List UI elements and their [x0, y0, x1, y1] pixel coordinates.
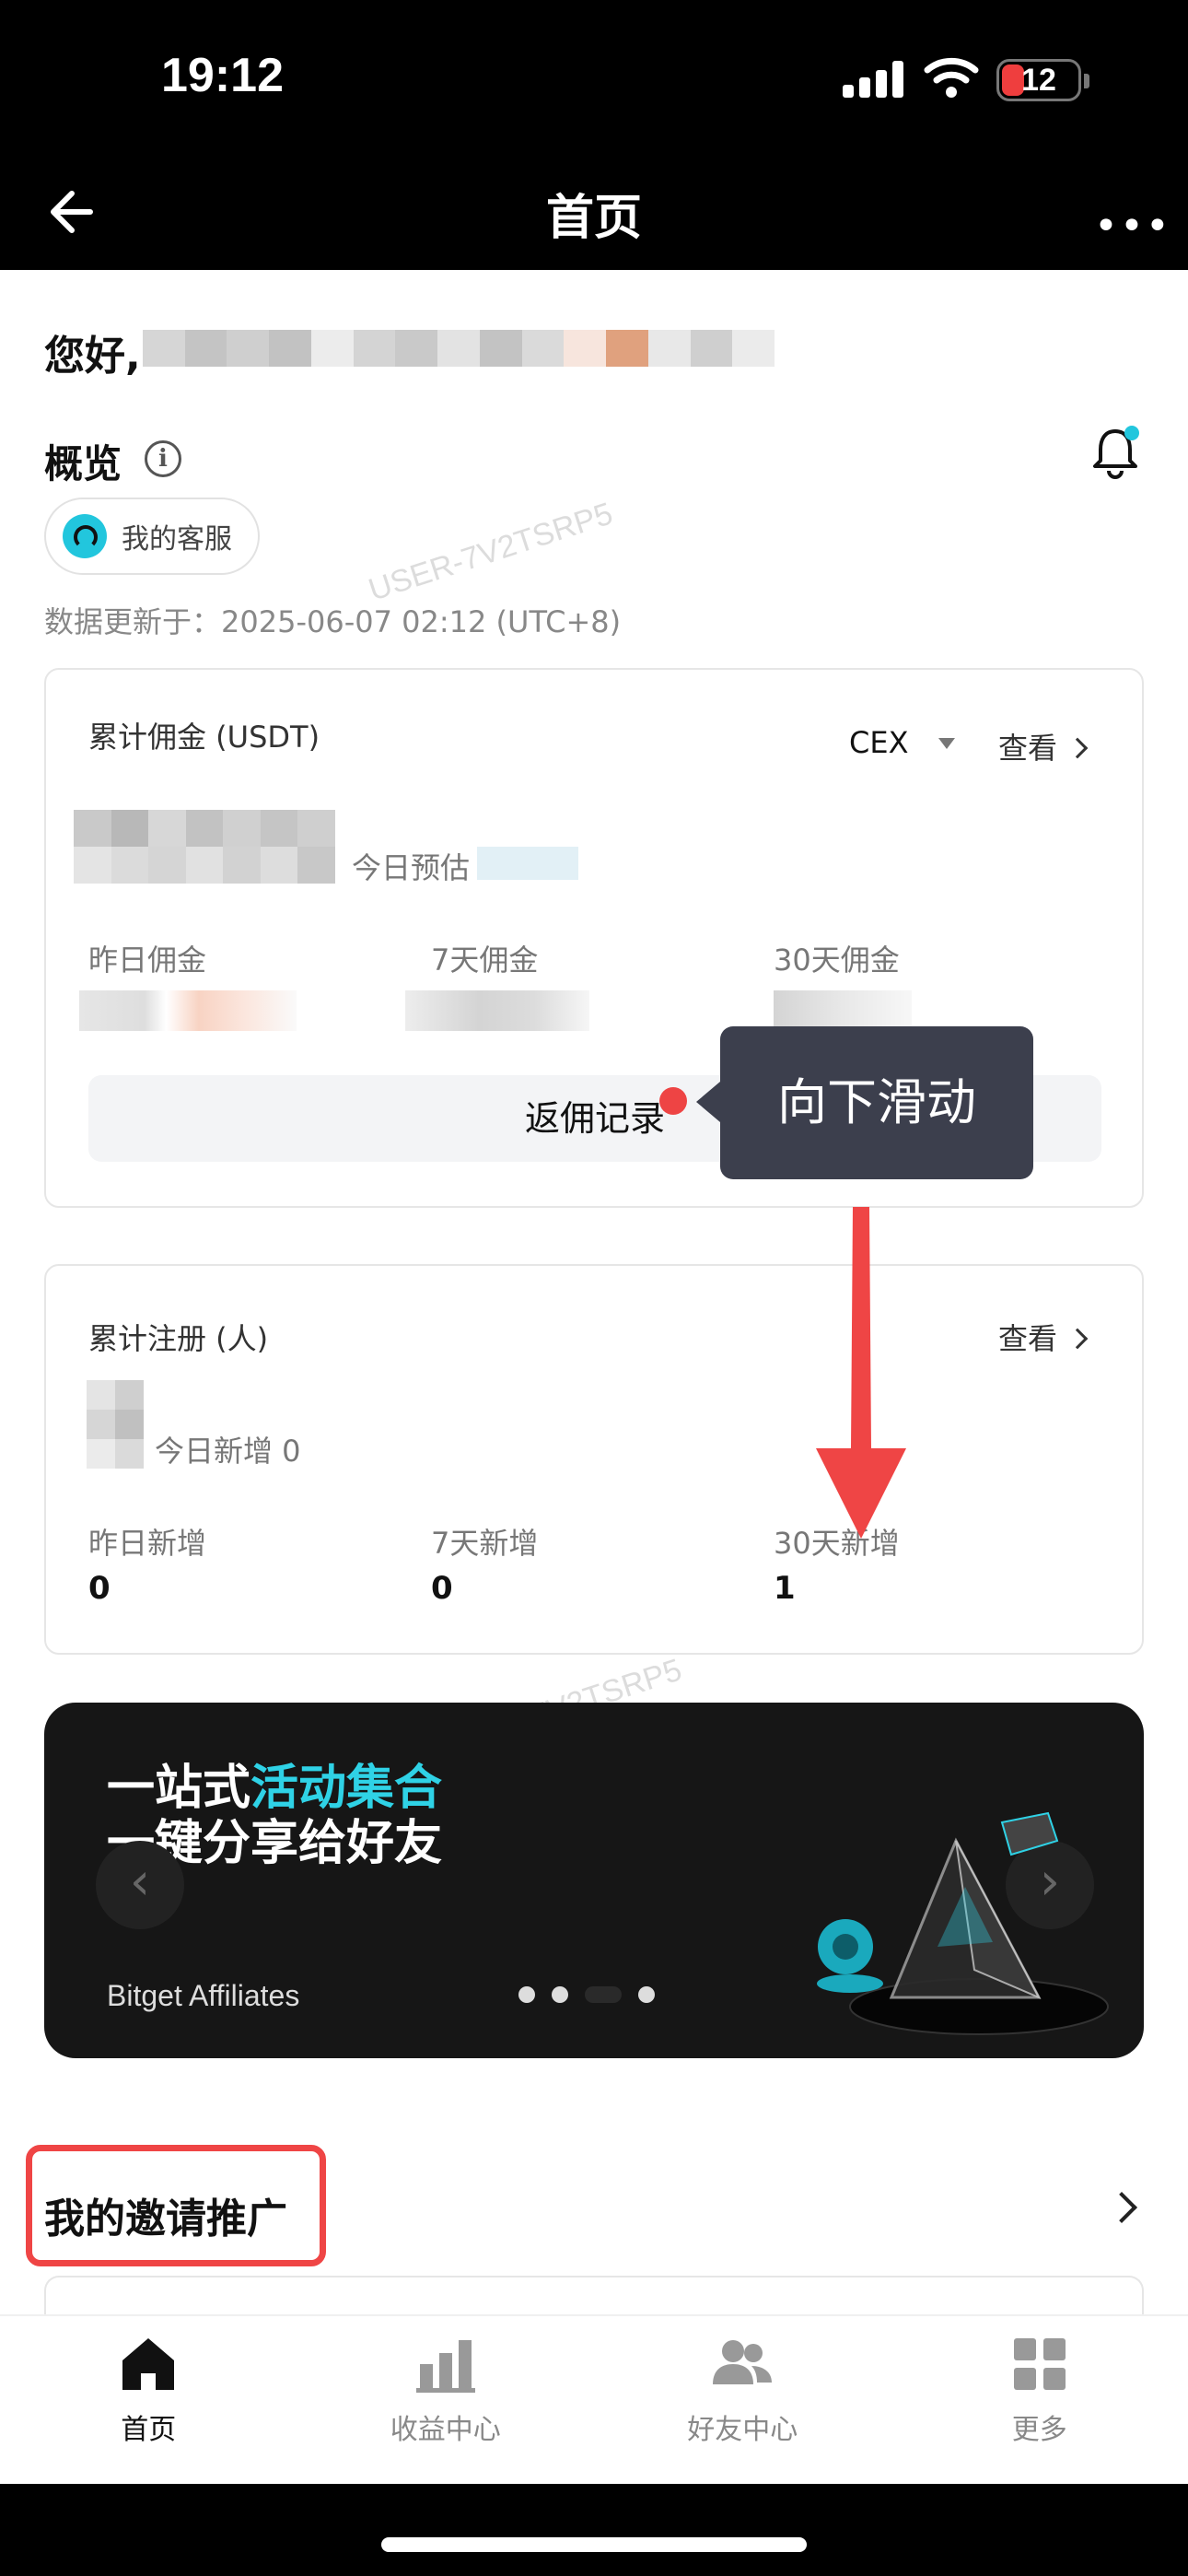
- tab-friends[interactable]: 好友中心: [594, 2316, 891, 2484]
- home-indicator[interactable]: [381, 2537, 807, 2552]
- registrations-view-link[interactable]: 查看: [998, 1316, 1089, 1358]
- home-icon: [122, 2338, 175, 2390]
- caret-down-icon: [938, 738, 955, 749]
- tab-home[interactable]: 首页: [0, 2316, 297, 2484]
- customer-service-label: 我的客服: [122, 523, 232, 556]
- 7day-new-value: 0: [431, 1570, 453, 1607]
- watermark: USER-7V2TSRP5: [364, 496, 617, 608]
- carousel-dots: [518, 1986, 655, 2003]
- 7day-new-label: 7天新增: [431, 1526, 539, 1561]
- blurred-yesterday-commission: [79, 990, 297, 1031]
- blurred-total-commission: [74, 810, 335, 884]
- more-options-icon[interactable]: •••: [1094, 203, 1171, 250]
- chevron-right-icon: [1066, 737, 1089, 759]
- exchange-selector-label: CEX: [849, 725, 909, 760]
- users-icon: [713, 2340, 773, 2384]
- data-updated-time: 数据更新于：2025-06-07 02:12 (UTC+8): [44, 604, 622, 639]
- overview-title: 概览: [44, 441, 122, 486]
- blurred-today-estimate: [477, 847, 578, 880]
- headset-icon: [63, 514, 107, 558]
- top-bar: 19:12 12 首页 •••: [0, 0, 1188, 270]
- scroll-down-arrow-icon: [816, 1207, 906, 1539]
- exchange-selector[interactable]: CEX: [849, 725, 955, 760]
- cellular-signal-icon: [843, 61, 905, 98]
- registrations-view-label: 查看: [998, 1321, 1058, 1356]
- wifi-icon: [924, 57, 979, 98]
- registrations-card: 累计注册 (人) 查看 今日新增 0 昨日新增 7天新增 30天新增 0 0 1: [44, 1264, 1144, 1655]
- system-home-bar: [0, 2484, 1188, 2576]
- commission-view-label: 查看: [998, 731, 1058, 766]
- battery-icon: 12: [996, 59, 1089, 101]
- yesterday-new-label: 昨日新增: [88, 1526, 207, 1561]
- bottom-tab-bar: 首页 收益中心 好友中心 更多: [0, 2314, 1188, 2484]
- blurred-username: [143, 330, 775, 367]
- prism-illustration: [817, 1811, 1109, 2035]
- carousel-dot[interactable]: [518, 1986, 535, 2003]
- banner-brand: Bitget Affiliates: [107, 1979, 300, 2012]
- greeting-text: 您好,: [44, 333, 141, 380]
- tab-earnings-label: 收益中心: [390, 2414, 501, 2446]
- chevron-right-icon: [1066, 1328, 1089, 1350]
- tab-earnings[interactable]: 收益中心: [297, 2316, 595, 2484]
- carousel-dot[interactable]: [638, 1986, 655, 2003]
- blurred-7day-commission: [405, 990, 589, 1031]
- notification-dot: [659, 1087, 687, 1115]
- battery-level: 12: [1021, 63, 1056, 98]
- carousel-dot-active[interactable]: [585, 1986, 622, 2003]
- commission-title: 累计佣金 (USDT): [88, 720, 320, 755]
- tab-more-label: 更多: [1011, 2414, 1067, 2446]
- blurred-total-registrations: [87, 1380, 144, 1469]
- tab-more[interactable]: 更多: [891, 2316, 1188, 2484]
- yesterday-new-value: 0: [88, 1570, 111, 1607]
- grid-icon: [1013, 2338, 1066, 2390]
- scroll-hint-tooltip: 向下滑动: [696, 1026, 1033, 1179]
- banner-prev-button[interactable]: ‹: [96, 1841, 184, 1929]
- tab-home-label: 首页: [121, 2414, 177, 2446]
- customer-service-button[interactable]: 我的客服: [44, 498, 260, 575]
- chevron-right-icon[interactable]: [1106, 2192, 1137, 2223]
- yesterday-commission-label: 昨日佣金: [88, 943, 207, 978]
- commission-view-link[interactable]: 查看: [998, 725, 1089, 767]
- notification-bell-icon[interactable]: [1091, 424, 1139, 479]
- today-new-label: 今日新增 0: [155, 1434, 301, 1469]
- annotation-highlight-box: [26, 2145, 326, 2266]
- info-icon[interactable]: i: [145, 440, 181, 477]
- registrations-title: 累计注册 (人): [88, 1321, 269, 1356]
- status-time: 19:12: [161, 49, 284, 102]
- today-estimate-label: 今日预估: [352, 850, 471, 885]
- bar-chart-icon: [415, 2340, 475, 2393]
- 30day-commission-label: 30天佣金: [774, 943, 900, 978]
- tab-friends-label: 好友中心: [687, 2414, 798, 2446]
- 30day-new-value: 1: [774, 1570, 796, 1607]
- carousel-dot[interactable]: [552, 1986, 568, 2003]
- 7day-commission-label: 7天佣金: [431, 943, 539, 978]
- page-title: 首页: [545, 191, 642, 246]
- promo-banner[interactable]: 一站式活动集合 一键分享给好友 ‹ › Bitget Affiliates: [44, 1703, 1144, 2058]
- blurred-30day-commission: [774, 990, 912, 1031]
